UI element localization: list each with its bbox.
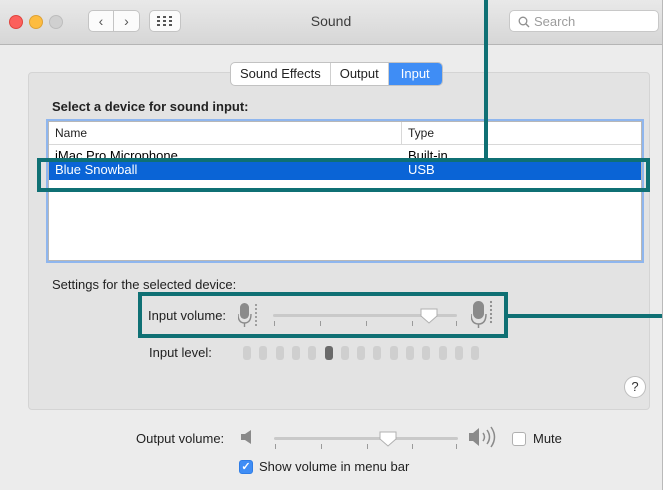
annotation-pointer-line — [506, 314, 662, 318]
input-level-segment — [275, 346, 284, 360]
help-button[interactable]: ? — [624, 376, 646, 398]
slider-tick — [412, 444, 413, 449]
input-level-segment — [454, 346, 463, 360]
slider-tick — [456, 444, 457, 449]
input-level-segment — [308, 346, 317, 360]
table-row[interactable]: iMac Pro Microphone Built-in — [49, 145, 641, 159]
show-volume-label: Show volume in menu bar — [259, 459, 410, 474]
annotation-pointer-line — [484, 0, 488, 160]
input-level-segment — [357, 346, 366, 360]
device-section-heading: Select a device for sound input: — [52, 99, 249, 114]
show-volume-checkbox[interactable]: ✓ — [239, 460, 253, 474]
input-level-segment — [259, 346, 268, 360]
input-level-segment — [340, 346, 349, 360]
input-level-segment — [324, 346, 333, 360]
input-level-segment — [471, 346, 480, 360]
annotation-highlight-input-volume — [138, 292, 508, 338]
output-volume-track — [274, 437, 458, 440]
input-level-segment — [422, 346, 431, 360]
table-header: Name Type — [49, 122, 641, 145]
tab-output[interactable]: Output — [331, 63, 389, 85]
search-placeholder: Search — [534, 14, 576, 29]
tab-bar: Sound Effects Output Input — [230, 62, 443, 86]
input-level-segment — [243, 346, 251, 360]
input-level-label: Input level: — [149, 345, 212, 360]
title-bar: ‹ › Sound Search — [0, 0, 662, 45]
checkmark-icon: ✓ — [241, 461, 251, 473]
search-field[interactable]: Search — [509, 10, 659, 32]
tab-input[interactable]: Input — [388, 63, 442, 85]
input-level-segment — [438, 346, 447, 360]
speaker-high-icon — [469, 426, 496, 448]
input-level-segment — [291, 346, 300, 360]
output-volume-label: Output volume: — [136, 431, 225, 446]
input-level-segment — [389, 346, 398, 360]
settings-heading: Settings for the selected device: — [52, 277, 237, 292]
mute-label: Mute — [533, 431, 562, 446]
search-icon — [518, 16, 530, 28]
slider-tick — [275, 444, 276, 449]
annotation-highlight-device-row — [37, 158, 650, 192]
output-volume-slider-thumb[interactable] — [379, 431, 397, 447]
tab-sound-effects[interactable]: Sound Effects — [231, 63, 331, 85]
input-level-segment — [373, 346, 382, 360]
column-header-type[interactable]: Type — [401, 122, 434, 144]
speaker-low-icon — [241, 430, 251, 444]
column-header-name[interactable]: Name — [55, 126, 87, 140]
mute-checkbox[interactable] — [512, 432, 526, 446]
slider-tick — [321, 444, 322, 449]
slider-tick — [367, 444, 368, 449]
input-level-segment — [406, 346, 414, 360]
sound-preferences-window: ‹ › Sound Search Sound Effects Output In… — [0, 0, 663, 490]
